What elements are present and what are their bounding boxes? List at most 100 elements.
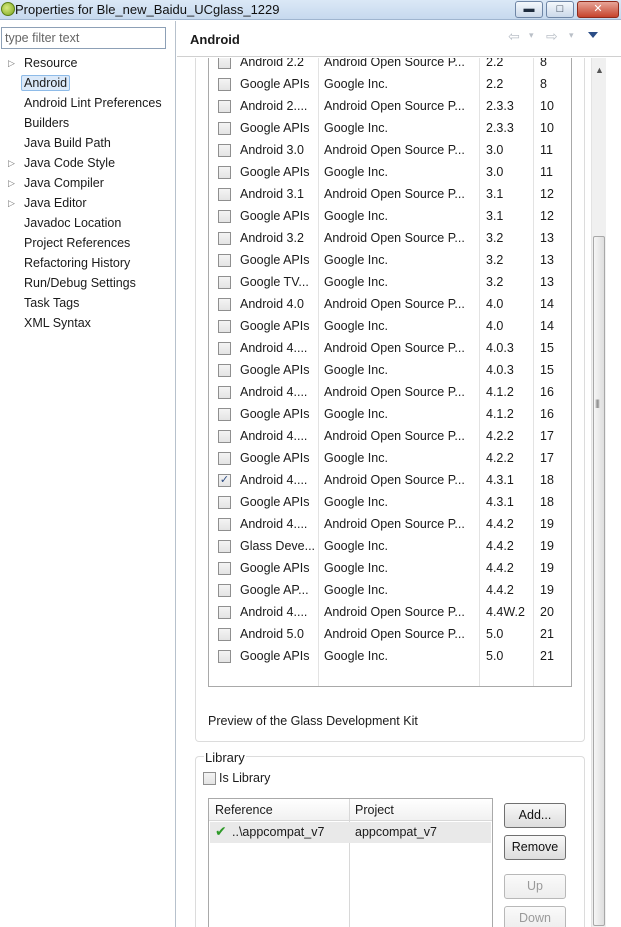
scroll-up-icon[interactable]: ▲	[595, 65, 604, 75]
up-button[interactable]: Up	[504, 874, 566, 899]
table-row[interactable]: Android 4.0 Android Open Source P... 4.0 14	[209, 293, 571, 315]
nav-item-builders[interactable]: Builders	[0, 113, 175, 133]
table-row[interactable]: ✓ Android 4.... Android Open Source P... 4.…	[209, 469, 571, 491]
target-checkbox[interactable]	[218, 100, 231, 113]
table-row[interactable]: Android 4.... Android Open Source P... 4.4…	[209, 601, 571, 623]
target-checkbox[interactable]	[218, 364, 231, 377]
library-reference-table[interactable]: Reference Project ✔ ..\appcompat_v7 appc…	[208, 798, 493, 927]
nav-item-task-tags[interactable]: Task Tags	[0, 293, 175, 313]
column-header-reference[interactable]: Reference	[215, 803, 273, 817]
remove-button[interactable]: Remove	[504, 835, 566, 860]
target-name-cell: Android 4....	[240, 517, 308, 531]
table-row[interactable]: Google APIs Google Inc. 2.3.3 10	[209, 117, 571, 139]
target-checkbox[interactable]	[218, 122, 231, 135]
table-row[interactable]: Google APIs Google Inc. 3.1 12	[209, 205, 571, 227]
table-row[interactable]: Android 4.... Android Open Source P... 4.2…	[209, 425, 571, 447]
table-row[interactable]: Google APIs Google Inc. 5.0 21	[209, 645, 571, 667]
target-checkbox[interactable]	[218, 540, 231, 553]
down-button[interactable]: Down	[504, 906, 566, 927]
target-checkbox[interactable]	[218, 78, 231, 91]
tree-expand-icon[interactable]: ▷	[8, 193, 15, 213]
filter-input[interactable]	[1, 27, 166, 49]
table-row[interactable]: Android 4.... Android Open Source P... 4.1…	[209, 381, 571, 403]
table-row[interactable]: Android 3.2 Android Open Source P... 3.2 13	[209, 227, 571, 249]
back-dropdown-icon[interactable]: ▾	[529, 30, 534, 41]
table-row[interactable]: Android 3.0 Android Open Source P... 3.0 11	[209, 139, 571, 161]
table-row[interactable]: Google TV... Google Inc. 3.2 13	[209, 271, 571, 293]
nav-item-resource[interactable]: ▷ Resource	[0, 53, 175, 73]
table-row[interactable]: Google APIs Google Inc. 4.4.2 19	[209, 557, 571, 579]
nav-item-run-debug-settings[interactable]: Run/Debug Settings	[0, 273, 175, 293]
target-checkbox[interactable]	[218, 496, 231, 509]
table-row[interactable]: Google APIs Google Inc. 4.3.1 18	[209, 491, 571, 513]
target-vendor-cell: Google Inc.	[324, 77, 388, 91]
table-row[interactable]: Android 4.... Android Open Source P... 4.0…	[209, 337, 571, 359]
target-checkbox[interactable]	[218, 606, 231, 619]
nav-item-java-code-style[interactable]: ▷ Java Code Style	[0, 153, 175, 173]
forward-dropdown-icon[interactable]: ▾	[569, 30, 574, 41]
target-checkbox[interactable]	[218, 320, 231, 333]
table-row[interactable]: Google APIs Google Inc. 4.2.2 17	[209, 447, 571, 469]
column-header-project[interactable]: Project	[355, 803, 394, 817]
target-checkbox[interactable]	[218, 144, 231, 157]
target-checkbox[interactable]	[218, 58, 231, 69]
tree-expand-icon[interactable]: ▷	[8, 53, 15, 73]
target-name-cell: Android 4....	[240, 473, 308, 487]
target-checkbox[interactable]	[218, 518, 231, 531]
table-row[interactable]: Android 2.... Android Open Source P... 2.3…	[209, 95, 571, 117]
target-checkbox[interactable]	[218, 628, 231, 641]
nav-item-java-compiler[interactable]: ▷ Java Compiler	[0, 173, 175, 193]
table-row[interactable]: Google APIs Google Inc. 2.2 8	[209, 73, 571, 95]
nav-item-javadoc-location[interactable]: Javadoc Location	[0, 213, 175, 233]
target-checkbox[interactable]	[218, 386, 231, 399]
build-target-table[interactable]: Android 2.2 Android Open Source P... 2.2 8 G…	[208, 58, 572, 687]
vertical-scrollbar[interactable]: ▲ |||	[591, 58, 606, 927]
tree-expand-icon[interactable]: ▷	[8, 153, 15, 173]
forward-arrow-icon[interactable]: ⇨	[546, 28, 558, 45]
table-row[interactable]: Android 4.... Android Open Source P... 4.4…	[209, 513, 571, 535]
target-checkbox[interactable]	[218, 254, 231, 267]
tree-expand-icon[interactable]: ▷	[8, 173, 15, 193]
close-button[interactable]: ✕	[577, 1, 619, 18]
target-checkbox[interactable]	[218, 166, 231, 179]
nav-item-refactoring-history[interactable]: Refactoring History	[0, 253, 175, 273]
maximize-button[interactable]: □	[546, 1, 574, 18]
back-arrow-icon[interactable]: ⇦	[508, 28, 520, 45]
table-row[interactable]: Google APIs Google Inc. 4.1.2 16	[209, 403, 571, 425]
target-checkbox[interactable]	[218, 562, 231, 575]
table-row[interactable]: Google APIs Google Inc. 3.2 13	[209, 249, 571, 271]
target-checkbox[interactable]	[218, 188, 231, 201]
table-row[interactable]: Android 2.2 Android Open Source P... 2.2 8	[209, 58, 571, 73]
target-checkbox[interactable]	[218, 408, 231, 421]
target-checkbox[interactable]	[218, 298, 231, 311]
target-checkbox[interactable]	[218, 452, 231, 465]
nav-item-java-editor[interactable]: ▷ Java Editor	[0, 193, 175, 213]
target-checkbox[interactable]: ✓	[218, 474, 231, 487]
target-checkbox[interactable]	[218, 650, 231, 663]
target-checkbox[interactable]	[218, 430, 231, 443]
table-row[interactable]: Glass Deve... Google Inc. 4.4.2 19	[209, 535, 571, 557]
table-row[interactable]: Google APIs Google Inc. 4.0.3 15	[209, 359, 571, 381]
target-vendor-cell: Android Open Source P...	[324, 473, 465, 487]
table-row[interactable]: Google AP... Google Inc. 4.4.2 19	[209, 579, 571, 601]
target-checkbox[interactable]	[218, 584, 231, 597]
table-row[interactable]: Android 3.1 Android Open Source P... 3.1 12	[209, 183, 571, 205]
target-checkbox[interactable]	[218, 232, 231, 245]
scrollbar-thumb[interactable]	[593, 236, 605, 926]
minimize-button[interactable]: ▬	[515, 1, 543, 18]
add-button[interactable]: Add...	[504, 803, 566, 828]
view-menu-icon[interactable]	[588, 32, 598, 38]
table-row[interactable]: Google APIs Google Inc. 4.0 14	[209, 315, 571, 337]
table-row[interactable]: ✔ ..\appcompat_v7 appcompat_v7	[210, 822, 491, 843]
nav-item-project-references[interactable]: Project References	[0, 233, 175, 253]
nav-item-java-build-path[interactable]: Java Build Path	[0, 133, 175, 153]
target-checkbox[interactable]	[218, 276, 231, 289]
table-row[interactable]: Google APIs Google Inc. 3.0 11	[209, 161, 571, 183]
nav-item-android[interactable]: Android	[0, 73, 175, 93]
nav-item-android-lint-preferences[interactable]: Android Lint Preferences	[0, 93, 175, 113]
nav-item-xml-syntax[interactable]: XML Syntax	[0, 313, 175, 333]
target-checkbox[interactable]	[218, 342, 231, 355]
is-library-checkbox[interactable]	[203, 772, 216, 785]
table-row[interactable]: Android 5.0 Android Open Source P... 5.0 21	[209, 623, 571, 645]
target-checkbox[interactable]	[218, 210, 231, 223]
